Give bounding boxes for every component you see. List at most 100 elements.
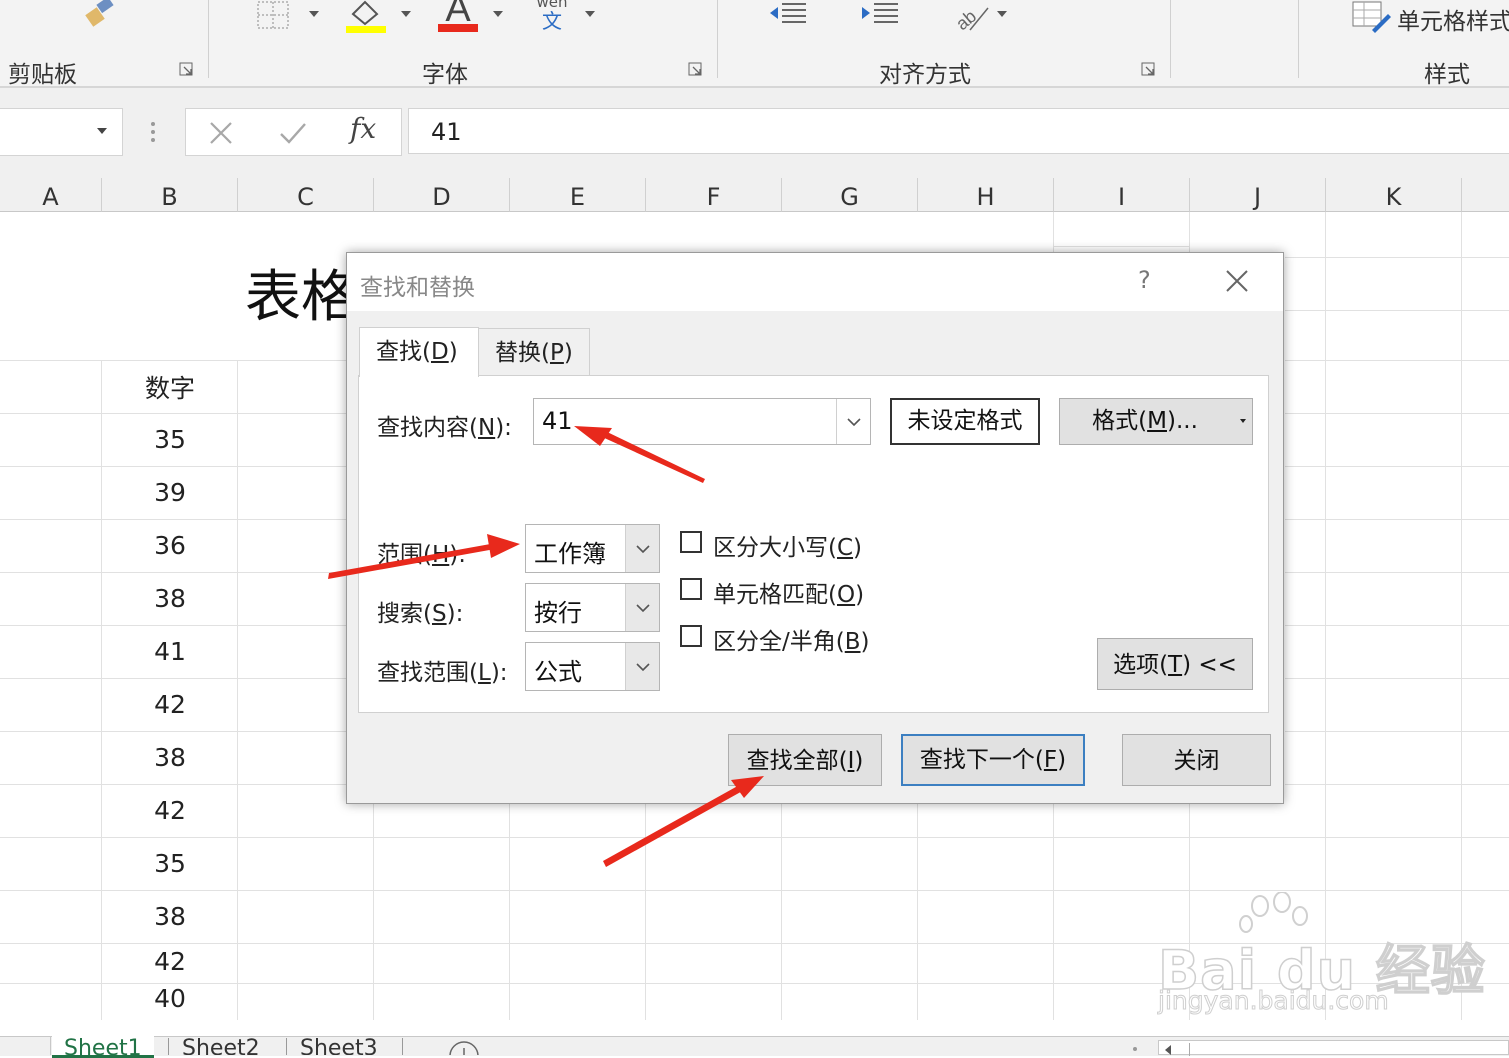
find-what-value: 41 xyxy=(542,407,573,435)
ribbon-separator xyxy=(208,0,209,78)
column-header-a[interactable]: A xyxy=(0,178,102,212)
grid-line xyxy=(1285,678,1509,679)
find-what-dropdown[interactable] xyxy=(836,399,870,444)
chevron-down-icon xyxy=(636,604,650,613)
ribbon-separator xyxy=(1298,0,1299,78)
font-color-dropdown-icon[interactable] xyxy=(493,11,503,17)
tab-find[interactable]: 查找(D) xyxy=(359,327,479,377)
find-what-input[interactable]: 41 xyxy=(533,398,871,445)
font-launcher-icon[interactable] xyxy=(688,62,702,76)
help-icon[interactable]: ? xyxy=(1138,266,1151,294)
phonetic-icon[interactable]: wén 文 xyxy=(532,0,572,34)
grid-line xyxy=(1285,572,1509,573)
cell-styles-icon[interactable] xyxy=(1352,0,1392,34)
data-cell: 35 xyxy=(154,425,186,454)
data-cell: 42 xyxy=(154,947,186,976)
format-button[interactable]: 格式(M)... xyxy=(1059,398,1253,445)
insert-function-icon[interactable]: fx xyxy=(350,112,376,145)
format-dropdown-icon[interactable] xyxy=(1240,419,1246,423)
grid-line xyxy=(1285,257,1509,258)
find-all-button[interactable]: 查找全部(I) xyxy=(728,734,882,786)
column-header-b[interactable]: B xyxy=(102,178,238,212)
grid-line xyxy=(1285,519,1509,520)
data-cell: 38 xyxy=(154,743,186,772)
scrollbar-thumb[interactable] xyxy=(1189,1043,1508,1056)
enter-entry-icon[interactable] xyxy=(279,120,307,146)
orientation-icon[interactable]: ab xyxy=(952,0,992,32)
formula-input[interactable]: 41 xyxy=(408,108,1509,154)
clipboard-group-label: 剪贴板 xyxy=(8,62,77,88)
ribbon-separator xyxy=(1170,0,1171,78)
tab-scroll-buttons[interactable] xyxy=(0,1036,51,1055)
search-select[interactable]: 按行 xyxy=(525,583,660,632)
match-case-checkbox[interactable] xyxy=(680,531,702,553)
tab-split-grip-icon[interactable] xyxy=(1130,1044,1140,1054)
options-button[interactable]: 选项(T) << xyxy=(1097,638,1253,690)
cancel-entry-icon[interactable] xyxy=(208,120,234,146)
column-header-j[interactable]: J xyxy=(1190,178,1326,212)
look-in-select[interactable]: 公式 xyxy=(525,642,660,691)
grid-line xyxy=(1285,784,1509,785)
grid-line xyxy=(1054,246,1190,247)
horizontal-scrollbar[interactable] xyxy=(1158,1040,1509,1056)
column-header-d[interactable]: D xyxy=(374,178,510,212)
grid-line xyxy=(0,890,1509,891)
new-sheet-icon[interactable] xyxy=(448,1040,480,1055)
match-entire-cell-label[interactable]: 单元格匹配(O) xyxy=(713,575,864,609)
font-color-icon[interactable]: A xyxy=(438,0,478,34)
sheet-tab-2[interactable]: Sheet2 xyxy=(170,1036,272,1055)
dialog-title: 查找和替换 xyxy=(360,275,475,301)
grid-line xyxy=(1285,413,1509,414)
match-entire-cell-checkbox[interactable] xyxy=(680,578,702,600)
column-header-l[interactable] xyxy=(1462,178,1509,212)
name-box-dropdown-icon[interactable] xyxy=(97,128,107,134)
look-in-label: 查找范围(L): xyxy=(377,660,508,686)
tab-replace[interactable]: 替换(P) xyxy=(478,328,590,376)
look-in-dropdown[interactable] xyxy=(625,643,659,690)
formula-bar-grip-icon[interactable] xyxy=(148,120,158,144)
close-button[interactable]: 关闭 xyxy=(1122,734,1271,786)
column-header-h[interactable]: H xyxy=(918,178,1054,212)
column-header-i[interactable]: I xyxy=(1054,178,1190,212)
name-box[interactable] xyxy=(0,108,123,156)
within-select[interactable]: 工作簿 xyxy=(525,524,660,573)
cell-styles-label[interactable]: 单元格样式 xyxy=(1397,2,1509,36)
grid-line xyxy=(0,625,346,626)
format-painter-icon[interactable] xyxy=(84,0,120,30)
grid-line xyxy=(0,519,346,520)
column-header-k[interactable]: K xyxy=(1326,178,1462,212)
scroll-left-icon[interactable] xyxy=(1165,1045,1171,1055)
column-header-g[interactable]: G xyxy=(782,178,918,212)
search-value: 按行 xyxy=(534,599,582,627)
sheet-title: 表格 xyxy=(245,265,357,330)
grid-line xyxy=(1285,310,1509,311)
find-next-button[interactable]: 查找下一个(F) xyxy=(901,734,1085,786)
close-icon[interactable] xyxy=(1224,268,1250,294)
grid-line xyxy=(0,413,346,414)
increase-indent-icon[interactable] xyxy=(860,0,900,28)
borders-dropdown-icon[interactable] xyxy=(309,11,319,17)
search-dropdown[interactable] xyxy=(625,584,659,631)
grid-line xyxy=(0,837,1509,838)
alignment-launcher-icon[interactable] xyxy=(1141,62,1155,76)
match-case-label[interactable]: 区分大小写(C) xyxy=(713,528,862,562)
match-byte-checkbox[interactable] xyxy=(680,625,702,647)
grid-line xyxy=(1285,466,1509,467)
decrease-indent-icon[interactable] xyxy=(768,0,808,28)
fill-color-dropdown-icon[interactable] xyxy=(401,11,411,17)
baidu-paw-icon xyxy=(1239,892,1308,933)
header-cell: 数字 xyxy=(144,374,195,403)
grid-line xyxy=(1285,731,1509,732)
orientation-dropdown-icon[interactable] xyxy=(997,11,1007,17)
column-header-f[interactable]: F xyxy=(646,178,782,212)
column-header-e[interactable]: E xyxy=(510,178,646,212)
match-byte-label[interactable]: 区分全/半角(B) xyxy=(713,622,870,656)
sheet-tab-3[interactable]: Sheet3 xyxy=(288,1036,390,1055)
column-header-c[interactable]: C xyxy=(238,178,374,212)
clipboard-launcher-icon[interactable] xyxy=(179,62,193,76)
tab-separator xyxy=(286,1038,287,1055)
borders-icon[interactable] xyxy=(256,0,292,30)
phonetic-dropdown-icon[interactable] xyxy=(585,11,595,17)
fill-color-icon[interactable] xyxy=(345,0,387,34)
within-dropdown[interactable] xyxy=(625,525,659,572)
